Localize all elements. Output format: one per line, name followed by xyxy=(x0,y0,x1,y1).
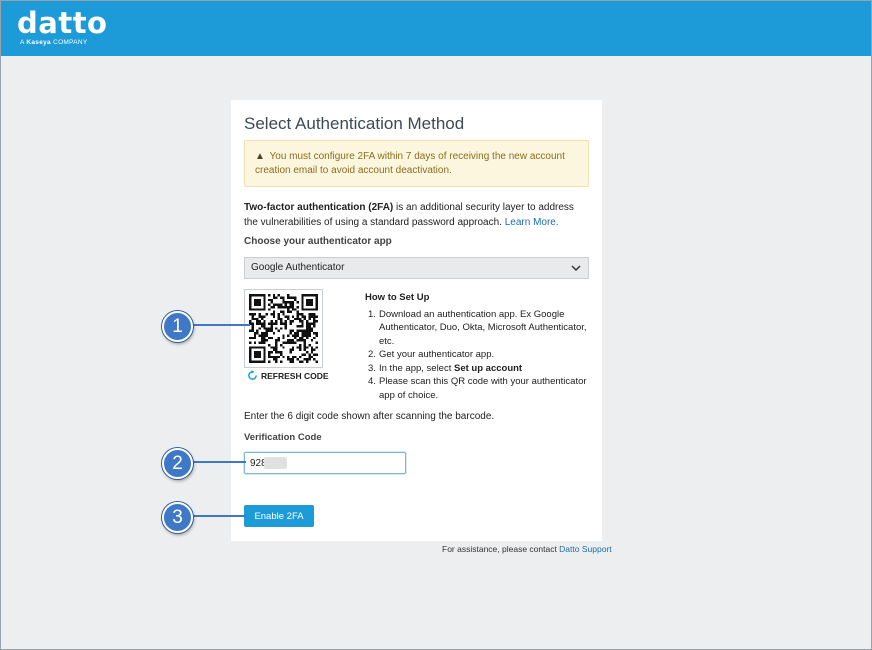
alert-text: You must configure 2FA within 7 days of … xyxy=(255,151,565,176)
qr-code xyxy=(244,289,323,368)
callout-badge: 3 xyxy=(162,502,193,533)
datto-support-link[interactable]: Datto Support xyxy=(559,544,611,554)
setup-step: 3. In the app, select Set up account xyxy=(368,362,523,374)
redacted-digits xyxy=(264,457,287,469)
warning-icon: ▲ xyxy=(255,151,265,162)
callout-line xyxy=(190,515,246,517)
learn-more-link[interactable]: Learn More. xyxy=(505,217,559,228)
enter-code-instruction: Enter the 6 digit code shown after scann… xyxy=(244,411,495,422)
howto-title: How to Set Up xyxy=(365,292,430,303)
page-title: Select Authentication Method xyxy=(244,114,465,133)
datto-logo[interactable]: datto A Kaseya COMPANY xyxy=(17,7,107,47)
warning-alert: ▲ You must configure 2FA within 7 days o… xyxy=(244,140,589,187)
auth-card: Select Authentication Method ▲ You must … xyxy=(231,100,602,541)
callout-line xyxy=(190,461,246,463)
intro-text: Two-factor authentication (2FA) is an ad… xyxy=(244,202,574,228)
verification-code-label: Verification Code xyxy=(244,432,322,443)
assistance-text: For assistance, please contact Datto Sup… xyxy=(442,544,612,554)
chevron-down-icon xyxy=(571,265,581,272)
callout-badge: 2 xyxy=(162,448,193,479)
setup-step: 1. Download an authentication app. Ex Goo… xyxy=(368,308,587,347)
selected-app-value: Google Authenticator xyxy=(251,262,345,273)
refresh-code-label: REFRESH CODE xyxy=(261,370,329,381)
top-bar: datto A Kaseya COMPANY xyxy=(0,0,872,56)
refresh-code-button[interactable]: REFRESH CODE xyxy=(247,370,329,381)
setup-instructions: How to Set Up 1. Download an authenticati… xyxy=(365,291,590,402)
setup-step: 4. Please scan this QR code with your aut… xyxy=(368,376,587,401)
callout-line xyxy=(190,324,250,326)
authenticator-app-select[interactable]: Google Authenticator xyxy=(244,257,589,279)
setup-step: 2. Get your authenticator app. xyxy=(368,349,495,360)
logo-wordmark: datto xyxy=(17,6,108,40)
authenticator-app-label: Choose your authenticator app xyxy=(244,236,392,247)
logo-tagline: A Kaseya COMPANY xyxy=(20,39,88,46)
callout-badge: 1 xyxy=(162,311,193,342)
enable-2fa-button[interactable]: Enable 2FA xyxy=(244,505,314,527)
refresh-icon xyxy=(248,370,257,380)
